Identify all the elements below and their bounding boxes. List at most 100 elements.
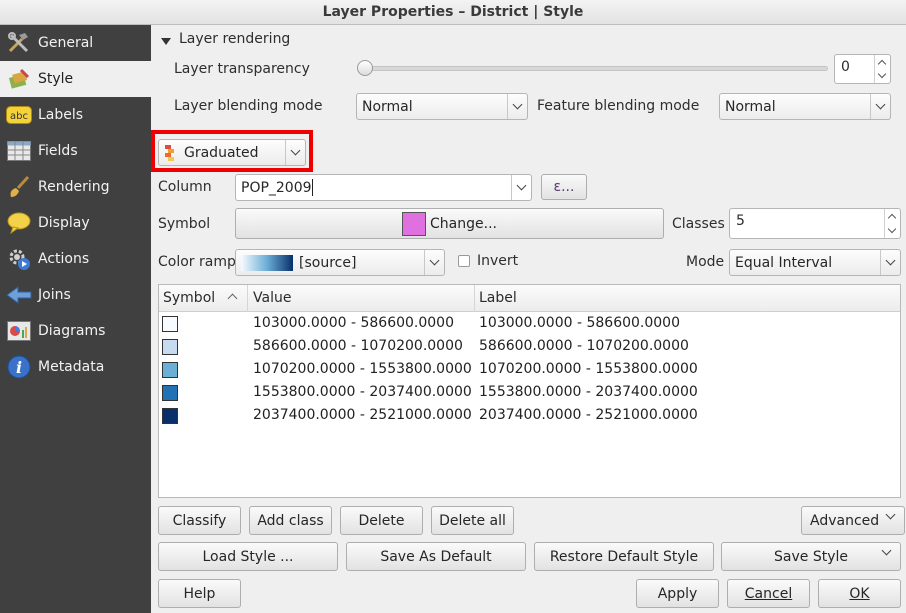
paint-style-icon <box>6 67 32 91</box>
table-header: Symbol Value Label <box>159 285 900 312</box>
chevron-down-icon <box>870 94 890 119</box>
transparency-slider-track[interactable] <box>360 66 828 71</box>
mode-label: Mode <box>686 254 725 270</box>
header-label-label: Label <box>479 290 517 306</box>
gear-play-icon <box>6 247 32 271</box>
class-symbol-swatch[interactable] <box>162 362 178 378</box>
classes-value: 5 <box>736 213 745 229</box>
sidebar-item-label: Metadata <box>38 359 105 375</box>
window-title: Layer Properties – District | Style <box>0 0 906 25</box>
transparency-slider-handle[interactable] <box>357 60 373 76</box>
table-row[interactable]: 103000.0000 - 586600.0000 103000.0000 - … <box>159 313 900 336</box>
feature-blending-label: Feature blending mode <box>537 98 700 114</box>
advanced-button[interactable]: Advanced <box>801 506 905 535</box>
chevron-down-icon <box>881 545 892 556</box>
ok-button[interactable]: OK <box>818 579 901 608</box>
svg-text:i: i <box>16 358 22 377</box>
spin-up-icon[interactable] <box>877 59 887 69</box>
delete-button[interactable]: Delete <box>340 506 423 535</box>
sidebar-item-label: Rendering <box>38 179 110 195</box>
collapse-triangle-icon[interactable] <box>160 35 172 47</box>
save-default-button[interactable]: Save As Default <box>346 542 526 571</box>
header-value-label: Value <box>253 290 292 306</box>
expression-label: ε... <box>553 179 575 195</box>
sidebar-item-labels[interactable]: abc Labels <box>0 97 151 133</box>
color-ramp-value: [source] <box>299 254 357 271</box>
sidebar-item-joins[interactable]: Joins <box>0 277 151 313</box>
class-symbol-swatch[interactable] <box>162 385 178 401</box>
class-label: 103000.0000 - 586600.0000 <box>479 315 680 331</box>
header-value[interactable]: Value <box>249 285 475 312</box>
load-style-button[interactable]: Load Style ... <box>158 542 338 571</box>
table-row[interactable]: 1070200.0000 - 1553800.0000 1070200.0000… <box>159 359 900 382</box>
sidebar-item-style[interactable]: Style <box>0 61 151 97</box>
join-arrow-icon <box>6 283 32 307</box>
expression-button[interactable]: ε... <box>541 174 587 200</box>
class-label: 1070200.0000 - 1553800.0000 <box>479 361 698 377</box>
add-class-button[interactable]: Add class <box>249 506 332 535</box>
layer-blending-select[interactable]: Normal <box>356 93 528 120</box>
sidebar-item-fields[interactable]: Fields <box>0 133 151 169</box>
help-button[interactable]: Help <box>158 579 241 608</box>
chevron-down-icon <box>885 509 896 520</box>
speech-bubble-icon <box>6 211 32 235</box>
classes-spinbox[interactable]: 5 <box>729 208 901 239</box>
spin-down-icon[interactable] <box>877 69 887 79</box>
sidebar: General Style abc Labels Fields Renderin… <box>0 25 151 613</box>
sort-ascending-icon <box>227 293 238 304</box>
class-value: 1070200.0000 - 1553800.0000 <box>253 361 472 377</box>
column-select[interactable]: POP_2009 <box>235 174 532 201</box>
save-style-button[interactable]: Save Style <box>721 542 901 571</box>
spin-down-icon[interactable] <box>887 224 897 234</box>
table-row[interactable]: 1553800.0000 - 2037400.0000 1553800.0000… <box>159 382 900 405</box>
classes-table[interactable]: Symbol Value Label 103000.0000 - 586600.… <box>158 284 901 498</box>
chevron-down-icon <box>424 250 444 275</box>
spin-arrows[interactable] <box>874 55 890 83</box>
sidebar-item-display[interactable]: Display <box>0 205 151 241</box>
class-symbol-swatch[interactable] <box>162 316 178 332</box>
sidebar-item-metadata[interactable]: i Metadata <box>0 349 151 385</box>
column-label: Column <box>158 179 212 195</box>
svg-text:abc: abc <box>10 111 28 122</box>
advanced-label: Advanced <box>810 512 880 529</box>
table-row[interactable]: 2037400.0000 - 2521000.0000 2037400.0000… <box>159 405 900 428</box>
class-symbol-swatch[interactable] <box>162 339 178 355</box>
spin-arrows[interactable] <box>884 209 900 238</box>
class-value: 2037400.0000 - 2521000.0000 <box>253 407 472 423</box>
restore-default-button[interactable]: Restore Default Style <box>534 542 714 571</box>
classify-button[interactable]: Classify <box>158 506 241 535</box>
header-symbol[interactable]: Symbol <box>159 285 248 312</box>
cancel-button[interactable]: Cancel <box>727 579 810 608</box>
color-ramp-select[interactable]: [source] <box>235 249 445 276</box>
sidebar-item-diagrams[interactable]: Diagrams <box>0 313 151 349</box>
invert-label: Invert <box>477 253 519 269</box>
sidebar-item-label: Labels <box>38 107 84 123</box>
apply-button[interactable]: Apply <box>636 579 719 608</box>
table-row[interactable]: 586600.0000 - 1070200.0000 586600.0000 -… <box>159 336 900 359</box>
invert-checkbox[interactable] <box>458 255 470 267</box>
info-icon: i <box>6 355 32 379</box>
mode-select[interactable]: Equal Interval <box>729 249 901 276</box>
feature-blending-select[interactable]: Normal <box>719 93 891 120</box>
symbol-color-swatch <box>402 211 427 236</box>
change-symbol-button[interactable]: Change... <box>235 208 664 239</box>
sidebar-item-actions[interactable]: Actions <box>0 241 151 277</box>
header-label[interactable]: Label <box>475 285 900 312</box>
class-label: 1553800.0000 - 2037400.0000 <box>479 384 698 400</box>
text-cursor <box>312 179 313 196</box>
symbol-label: Symbol <box>158 216 211 232</box>
sidebar-item-label: Actions <box>38 251 90 267</box>
sidebar-item-label: Fields <box>38 143 78 159</box>
delete-all-button[interactable]: Delete all <box>431 506 514 535</box>
brush-icon <box>6 175 32 199</box>
transparency-spinbox[interactable]: 0 <box>834 54 891 84</box>
class-symbol-swatch[interactable] <box>162 408 178 424</box>
spin-up-icon[interactable] <box>887 213 897 223</box>
section-layer-rendering[interactable]: Layer rendering <box>179 31 290 47</box>
transparency-value: 0 <box>841 59 850 75</box>
chevron-down-icon <box>511 175 531 200</box>
classes-label: Classes <box>672 216 725 232</box>
save-style-label: Save Style <box>774 548 848 565</box>
sidebar-item-rendering[interactable]: Rendering <box>0 169 151 205</box>
sidebar-item-general[interactable]: General <box>0 25 151 61</box>
